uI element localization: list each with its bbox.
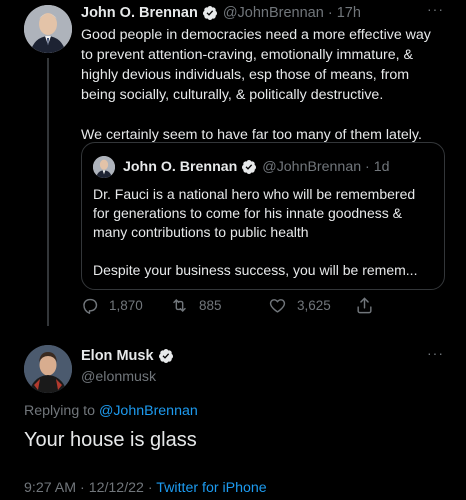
share-icon (357, 297, 372, 314)
quoted-text-line: for generations to come for his innate g… (93, 205, 402, 221)
quoted-text-line: Despite your business success, you will … (93, 262, 418, 278)
separator-dot: · (323, 5, 337, 21)
tweet-time[interactable]: 9:27 AM (24, 480, 76, 496)
avatar-elon-musk[interactable] (24, 345, 72, 393)
verified-badge-icon (202, 6, 217, 20)
verified-badge-icon (242, 160, 257, 174)
like-count: 3,625 (297, 298, 331, 313)
share-button[interactable] (355, 296, 384, 315)
avatar-john-brennan[interactable] (24, 5, 72, 53)
author-name[interactable]: Elon Musk (81, 348, 154, 364)
reply-icon (83, 298, 98, 314)
verified-badge-icon (158, 349, 173, 363)
tweet-text-line: highly devious individuals, esp those of… (81, 67, 410, 83)
tweet-text-line: to prevent attention-craving, emotionall… (81, 47, 413, 63)
tweet-text-line: Good people in democracies need a more e… (81, 27, 431, 43)
reply-text: Your house is glass (24, 429, 197, 451)
retweet-button[interactable]: 885 (170, 296, 222, 315)
quoted-tweet-time: 1d (373, 159, 390, 175)
replying-to-handle-link[interactable]: @JohnBrennan (99, 403, 198, 419)
author-handle[interactable]: @JohnBrennan (223, 5, 324, 21)
reply-button[interactable]: 1,870 (80, 296, 143, 315)
quoted-tweet[interactable]: John O. Brennan @JohnBrennan · 1d Dr. Fa… (81, 142, 445, 290)
tweet-text: Good people in democracies need a more e… (81, 25, 451, 145)
tweet-source-link[interactable]: Twitter for iPhone (156, 480, 266, 496)
tweet-time[interactable]: 17h (337, 5, 361, 21)
thread-connector-line (47, 58, 49, 326)
reply-count: 1,870 (109, 298, 143, 313)
like-button[interactable]: 3,625 (268, 296, 331, 315)
replying-to-label: Replying to (24, 403, 95, 419)
reply-author: Elon Musk (81, 348, 179, 364)
tweet-header: John O. Brennan @JohnBrennan · 17h (81, 5, 361, 21)
quoted-text-line: many contributions to public health (93, 224, 309, 240)
quoted-tweet-text: Dr. Fauci is a national hero who will be… (93, 185, 438, 280)
more-dots-icon[interactable]: ··· (427, 345, 444, 361)
separator-dot: · (80, 480, 89, 496)
separator-dot: · (361, 159, 374, 175)
tweet-actions: 1,870 885 3,625 (80, 296, 400, 320)
heart-icon (269, 299, 286, 313)
author-handle[interactable]: @elonmusk (81, 369, 156, 385)
tweet-brennan[interactable]: John O. Brennan @JohnBrennan · 17h ··· G… (0, 0, 466, 330)
quoted-tweet-header: John O. Brennan @JohnBrennan · 1d (93, 156, 390, 178)
retweet-count: 885 (199, 298, 222, 313)
more-dots-icon[interactable]: ··· (427, 1, 444, 17)
replying-to: Replying to @JohnBrennan (24, 403, 198, 419)
retweet-icon (173, 299, 186, 312)
tweet-date[interactable]: 12/12/22 (89, 480, 144, 496)
avatar-john-brennan-small (93, 156, 115, 178)
quoted-author-name: John O. Brennan (123, 159, 238, 175)
tweet-text-line: being socially, culturally, & politicall… (81, 87, 384, 103)
quoted-text-line: Dr. Fauci is a national hero who will be… (93, 186, 416, 202)
quoted-author-handle: @JohnBrennan (262, 159, 362, 175)
tweet-metadata: 9:27 AM · 12/12/22 · Twitter for iPhone (24, 480, 267, 496)
author-name[interactable]: John O. Brennan (81, 5, 198, 21)
